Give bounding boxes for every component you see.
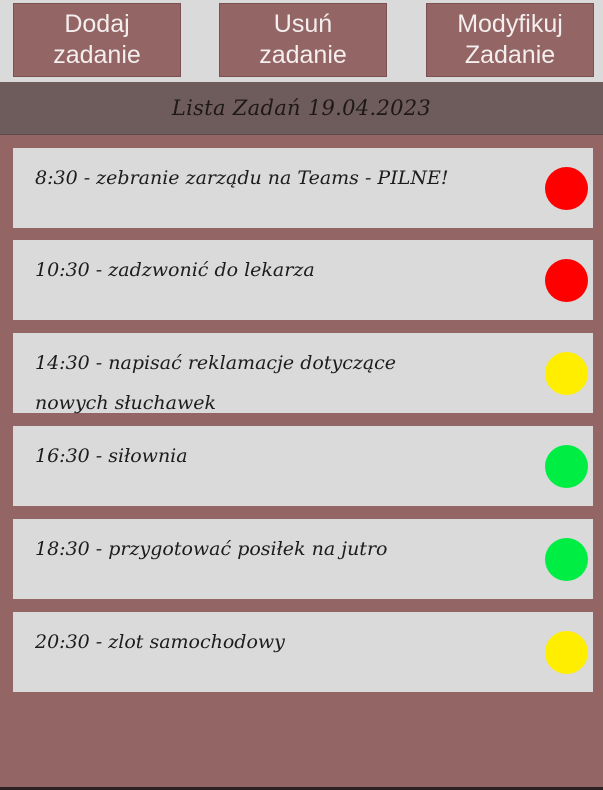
modify-task-button[interactable]: Modyfikuj Zadanie — [426, 3, 594, 77]
priority-indicator — [545, 167, 588, 210]
priority-indicator — [545, 445, 588, 488]
task-text: 18:30 - przygotować posiłek na jutro — [35, 538, 388, 560]
delete-task-button[interactable]: Usuń zadanie — [219, 3, 387, 77]
page-title: Lista Zadań 19.04.2023 — [171, 96, 432, 120]
priority-indicator — [545, 352, 588, 395]
task-text: 20:30 - zlot samochodowy — [35, 631, 285, 653]
task-item[interactable]: 20:30 - zlot samochodowy — [13, 612, 593, 692]
task-item[interactable]: 8:30 - zebranie zarządu na Teams - PILNE… — [13, 148, 593, 228]
priority-indicator — [545, 538, 588, 581]
priority-indicator — [545, 259, 588, 302]
task-text: 14:30 - napisać reklamacje dotyczące now… — [35, 352, 397, 414]
task-item[interactable]: 14:30 - napisać reklamacje dotyczące now… — [13, 333, 593, 414]
task-list-header: Lista Zadań 19.04.2023 — [0, 82, 603, 135]
add-task-button[interactable]: Dodaj zadanie — [13, 3, 181, 77]
task-item[interactable]: 18:30 - przygotować posiłek na jutro — [13, 519, 593, 599]
priority-indicator — [545, 631, 588, 674]
task-text: 10:30 - zadzwonić do lekarza — [35, 259, 315, 281]
task-item[interactable]: 16:30 - siłownia — [13, 426, 593, 506]
task-text: 16:30 - siłownia — [35, 445, 188, 467]
task-item[interactable]: 10:30 - zadzwonić do lekarza — [13, 240, 593, 320]
task-text: 8:30 - zebranie zarządu na Teams - PILNE… — [35, 167, 449, 189]
toolbar: Dodaj zadanie Usuń zadanie Modyfikuj Zad… — [0, 0, 603, 82]
